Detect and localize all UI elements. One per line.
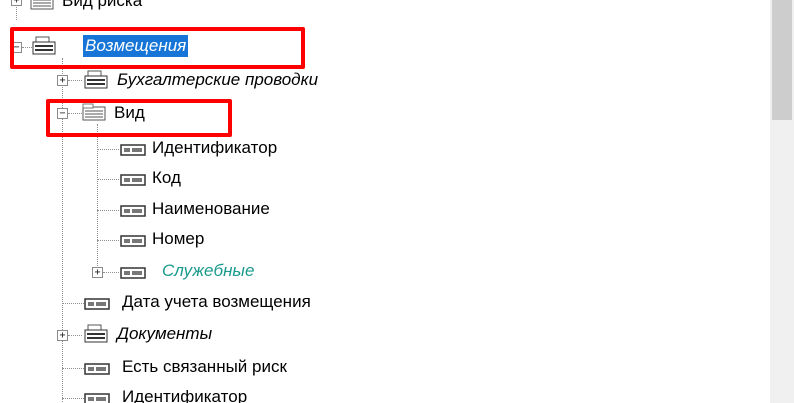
- tree-node-label: Идентификатор: [122, 387, 248, 403]
- field-icon: [84, 361, 110, 381]
- tree-node-label: Бухгалтерские проводки: [117, 70, 319, 89]
- tree-node[interactable]: Наименование: [0, 195, 400, 225]
- highlight-box: [46, 99, 232, 137]
- vertical-scrollbar[interactable]: [770, 0, 794, 403]
- tree-node-label: Наименование: [152, 199, 270, 218]
- table-group-icon: [84, 324, 110, 349]
- tree-node[interactable]: + Документы: [0, 320, 400, 350]
- collapse-toggle[interactable]: +: [57, 330, 68, 341]
- tree-node[interactable]: Идентификатор: [0, 383, 450, 403]
- tree-node[interactable]: Дата учета возмещения: [0, 288, 450, 318]
- field-icon: [120, 233, 146, 253]
- field-icon: [120, 203, 146, 223]
- collapse-toggle[interactable]: +: [57, 75, 68, 86]
- tree-node-label: Дата учета возмещения: [122, 292, 311, 311]
- tree-node-label: Номер: [152, 229, 205, 248]
- tree-node-label: Вид риска: [62, 0, 143, 10]
- tree-node-label: Код: [152, 168, 181, 187]
- tree-node[interactable]: Номер: [0, 225, 400, 255]
- collapse-toggle[interactable]: +: [11, 0, 22, 6]
- tree-node[interactable]: Идентификатор: [0, 134, 400, 164]
- field-icon: [120, 172, 146, 192]
- tree-node-label: Документы: [117, 324, 213, 343]
- tree-node[interactable]: + Служебные: [0, 257, 400, 287]
- tree-node[interactable]: + Бухгалтерские проводки: [0, 66, 400, 96]
- field-icon: [84, 296, 110, 316]
- collapse-toggle[interactable]: +: [92, 267, 103, 278]
- field-icon: [84, 391, 110, 403]
- table-icon: [30, 0, 56, 15]
- field-icon: [120, 265, 146, 285]
- tree-node-label: Есть связанный риск: [122, 357, 287, 376]
- field-icon: [120, 142, 146, 162]
- object-tree[interactable]: + Вид риска − Возмещения + Бухгалтерские…: [0, 0, 770, 403]
- tree-node-label: Служебные: [162, 261, 255, 280]
- tree-node[interactable]: + Вид риска: [0, 0, 300, 17]
- highlight-box: [10, 27, 305, 69]
- table-group-icon: [84, 70, 110, 95]
- scrollbar-thumb[interactable]: [772, 0, 792, 120]
- tree-node-label: Идентификатор: [152, 138, 278, 157]
- tree-node[interactable]: Код: [0, 164, 400, 194]
- tree-node[interactable]: Есть связанный риск: [0, 353, 450, 383]
